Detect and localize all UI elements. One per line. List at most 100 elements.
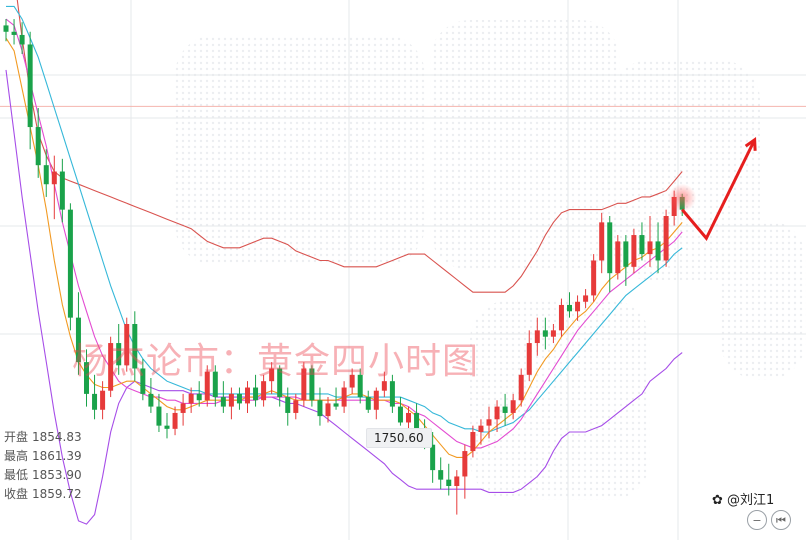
candle-body bbox=[357, 374, 363, 398]
candle-body bbox=[180, 403, 186, 413]
candle bbox=[438, 457, 444, 490]
candle-body bbox=[414, 412, 420, 429]
candle-body bbox=[196, 393, 202, 401]
high-value: 1861.39 bbox=[32, 449, 82, 463]
candle-body bbox=[438, 470, 444, 480]
ohlc-close-row: 收盘 1859.72 bbox=[4, 485, 82, 504]
candle-body bbox=[116, 343, 122, 366]
candle bbox=[84, 349, 89, 407]
chart-background bbox=[175, 20, 806, 500]
ohlc-high-row: 最高 1861.39 bbox=[4, 447, 82, 466]
candle-body bbox=[663, 216, 669, 261]
candle-body bbox=[261, 381, 267, 401]
candle bbox=[75, 292, 81, 375]
candle bbox=[253, 374, 259, 407]
candle bbox=[236, 387, 242, 410]
map-dots bbox=[430, 20, 620, 270]
candle-body bbox=[301, 368, 307, 401]
candle-body bbox=[349, 374, 355, 388]
candle bbox=[67, 203, 73, 331]
candle-body bbox=[389, 381, 395, 407]
candle bbox=[389, 374, 395, 413]
map-dots bbox=[175, 35, 425, 265]
candle-body bbox=[253, 387, 259, 401]
candle-body bbox=[3, 25, 9, 32]
candle bbox=[269, 362, 275, 394]
candle-body bbox=[75, 317, 81, 363]
candle-body bbox=[124, 324, 130, 366]
candle bbox=[172, 406, 178, 436]
candle-body bbox=[43, 165, 49, 185]
high-label: 最高 bbox=[4, 449, 29, 463]
candle-body bbox=[647, 241, 653, 255]
candle-body bbox=[510, 400, 516, 413]
candle bbox=[164, 412, 170, 439]
candle-body bbox=[140, 368, 146, 394]
candle bbox=[317, 387, 323, 426]
candle bbox=[325, 397, 331, 423]
candle bbox=[51, 155, 57, 220]
candle-body bbox=[188, 393, 194, 404]
candle bbox=[446, 463, 452, 496]
candle-body bbox=[325, 403, 331, 417]
candle bbox=[148, 378, 154, 413]
candle-body bbox=[285, 397, 291, 413]
candle-body bbox=[51, 171, 57, 185]
candle-body bbox=[550, 330, 556, 337]
low-label: 最低 bbox=[4, 468, 29, 482]
zoom-out-button[interactable]: − bbox=[747, 510, 767, 530]
candle bbox=[365, 390, 371, 413]
candle bbox=[591, 254, 597, 302]
candle-body bbox=[277, 368, 283, 398]
candle-body bbox=[156, 406, 162, 426]
candle bbox=[454, 470, 460, 515]
candle-body bbox=[245, 387, 250, 404]
candle-body bbox=[317, 400, 323, 417]
candle-body bbox=[365, 397, 371, 410]
weibo-icon: ✿ @ bbox=[712, 493, 741, 508]
candle-body bbox=[148, 393, 154, 407]
candle-body bbox=[430, 444, 436, 471]
author-watermark: ✿ @刘江1 bbox=[712, 489, 774, 508]
candle-body bbox=[27, 44, 33, 128]
price-chart[interactable] bbox=[0, 0, 806, 540]
candle-body bbox=[575, 301, 581, 312]
candle-body bbox=[84, 362, 89, 394]
candle-body bbox=[373, 390, 379, 410]
candle bbox=[301, 362, 307, 407]
candle-body bbox=[558, 304, 564, 331]
candle-body bbox=[92, 393, 98, 410]
candle-body bbox=[454, 476, 460, 486]
candle-body bbox=[494, 406, 500, 420]
candle bbox=[406, 406, 411, 429]
candle-body bbox=[67, 209, 73, 318]
candle-body bbox=[607, 222, 613, 274]
low-price-marker: 1750.60 bbox=[366, 428, 432, 448]
candle bbox=[220, 381, 226, 413]
candle-body bbox=[309, 368, 315, 401]
candle bbox=[381, 371, 387, 398]
reset-view-button[interactable]: ⏮ bbox=[771, 510, 791, 530]
candle bbox=[132, 311, 138, 382]
candle bbox=[663, 209, 669, 267]
candle-body bbox=[333, 403, 339, 407]
candle-body bbox=[631, 235, 637, 267]
candle-body bbox=[341, 387, 347, 407]
candle-body bbox=[462, 451, 468, 477]
candle-body bbox=[397, 406, 403, 423]
ohlc-open-row: 开盘 1854.83 bbox=[4, 428, 82, 447]
candle-body bbox=[269, 368, 275, 382]
candle-body bbox=[502, 406, 508, 413]
candle bbox=[285, 387, 291, 426]
candle-body bbox=[108, 343, 114, 391]
candle bbox=[631, 228, 637, 274]
candle-body bbox=[212, 371, 218, 398]
close-value: 1859.72 bbox=[32, 487, 82, 501]
candle-body bbox=[381, 381, 387, 391]
candle bbox=[11, 19, 17, 45]
candle-body bbox=[35, 127, 41, 166]
candle-body bbox=[567, 304, 572, 312]
candle-body bbox=[526, 343, 532, 375]
candle-body bbox=[164, 425, 170, 429]
candle bbox=[116, 324, 122, 375]
